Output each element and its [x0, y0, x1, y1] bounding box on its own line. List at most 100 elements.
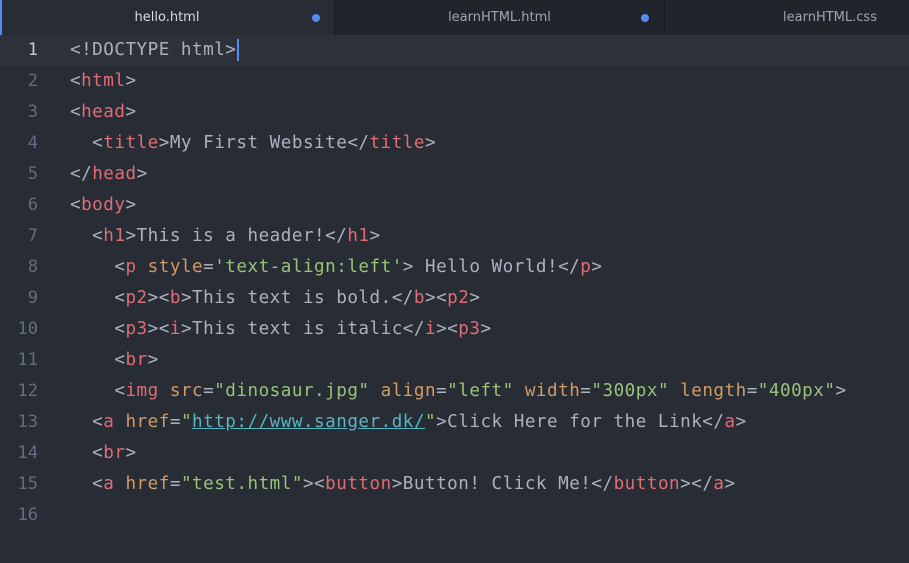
code-text: <: [70, 71, 82, 91]
code-content[interactable]: <br>: [70, 438, 137, 469]
tab-bar: hello.html learnHTML.html learnHTML.css: [0, 0, 909, 35]
code-line[interactable]: 8 <p style='text-align:left'> Hello Worl…: [0, 252, 909, 283]
attribute-name: style: [147, 257, 204, 277]
code-line[interactable]: 4 <title>My First Website</title>: [0, 128, 909, 159]
code-content[interactable]: <p style='text-align:left'> Hello World!…: [70, 252, 602, 283]
tab-label: learnHTML.html: [448, 10, 551, 25]
code-text: >: [424, 133, 437, 153]
code-content[interactable]: <h1>This is a header!</h1>: [70, 221, 381, 252]
code-text: >: [469, 288, 481, 308]
code-text: ><: [436, 319, 459, 339]
code-content[interactable]: <!DOCTYPE html>: [70, 35, 240, 66]
code-line[interactable]: 1 <!DOCTYPE html>: [0, 35, 909, 66]
tab-label: learnHTML.css: [783, 10, 877, 25]
tab-hello-html[interactable]: hello.html: [0, 0, 335, 35]
code-text: <: [70, 350, 126, 370]
tag-name: h1: [103, 226, 126, 246]
code-content[interactable]: <title>My First Website</title>: [70, 128, 436, 159]
attribute-name: src: [169, 381, 204, 401]
code-line[interactable]: 2 <html>: [0, 66, 909, 97]
code-editor[interactable]: 1 <!DOCTYPE html> 2 <html> 3 <head> 4 <title>M…: [0, 35, 909, 563]
code-text: >: [125, 71, 137, 91]
line-number: 5: [27, 164, 38, 184]
tag-name: br: [103, 443, 126, 463]
code-line[interactable]: 3 <head>: [0, 97, 909, 128]
code-text: =: [580, 381, 592, 401]
code-text: ><: [302, 474, 326, 494]
tag-name: br: [125, 350, 148, 370]
code-text: <: [70, 443, 104, 463]
code-content[interactable]: <a href="test.html"><button>Button! Clic…: [70, 469, 736, 500]
attribute-name: align: [380, 381, 437, 401]
tag-name: a: [713, 474, 725, 494]
tag-name: button: [613, 474, 681, 494]
code-text: >: [136, 164, 148, 184]
code-line[interactable]: 11 <br>: [0, 345, 909, 376]
line-number: 13: [17, 412, 38, 432]
code-text: >: [369, 226, 381, 246]
tag-name: i: [424, 319, 437, 339]
tag-name: h1: [347, 226, 370, 246]
code-text: >: [735, 412, 747, 432]
line-number: 14: [17, 443, 38, 463]
code-line[interactable]: 12 <img src="dinosaur.jpg" align="left" …: [0, 376, 909, 407]
line-number: 4: [27, 133, 38, 153]
tag-name: img: [125, 381, 159, 401]
string-value: "400px": [757, 381, 836, 401]
code-content[interactable]: <a href="http://www.sanger.dk/">Click He…: [70, 407, 747, 438]
code-text: >Click Here for the Link</: [436, 412, 725, 432]
code-text: =: [746, 381, 758, 401]
code-content[interactable]: <body>: [70, 190, 137, 221]
code-text: >: [835, 381, 847, 401]
modified-dot-icon[interactable]: [312, 14, 320, 22]
code-text: >This text is italic</: [180, 319, 425, 339]
code-line[interactable]: 15 <a href="test.html"><button>Button! C…: [0, 469, 909, 500]
code-line[interactable]: 10 <p3><i>This text is italic</i><p3>: [0, 314, 909, 345]
code-line[interactable]: 16: [0, 500, 909, 531]
tag-name: p3: [458, 319, 481, 339]
code-line[interactable]: 14 <br>: [0, 438, 909, 469]
code-content[interactable]: </head>: [70, 159, 148, 190]
code-text: >This text is bold.</: [180, 288, 414, 308]
code-text: =: [436, 381, 448, 401]
tab-learnhtml-css[interactable]: learnHTML.css: [665, 0, 909, 35]
code-content[interactable]: <html>: [70, 66, 137, 97]
code-line[interactable]: 7 <h1>This is a header!</h1>: [0, 221, 909, 252]
code-text: <: [70, 381, 126, 401]
tag-name: title: [103, 133, 159, 153]
code-content[interactable]: <p3><i>This text is italic</i><p3>: [70, 314, 492, 345]
string-value: ": [180, 412, 193, 432]
code-text: <!DOCTYPE html>: [70, 40, 237, 60]
code-text: <: [70, 133, 104, 153]
tag-name: b: [413, 288, 425, 308]
code-content[interactable]: <br>: [70, 345, 159, 376]
tag-name: b: [169, 288, 181, 308]
code-content[interactable]: <p2><b>This text is bold.</b><p2>: [70, 283, 480, 314]
tag-name: p2: [125, 288, 148, 308]
modified-dot-icon[interactable]: [641, 14, 649, 22]
attribute-name: href: [125, 412, 170, 432]
line-number: 10: [17, 319, 38, 339]
text-cursor: [237, 39, 240, 61]
tag-name: i: [169, 319, 181, 339]
code-line[interactable]: 13 <a href="http://www.sanger.dk/">Click…: [0, 407, 909, 438]
code-text: =: [169, 474, 181, 494]
code-content[interactable]: <img src="dinosaur.jpg" align="left" wid…: [70, 376, 847, 407]
code-line[interactable]: 6 <body>: [0, 190, 909, 221]
tag-name: body: [81, 195, 126, 215]
code-text: >: [147, 350, 159, 370]
tag-name: title: [369, 133, 425, 153]
code-line[interactable]: 9 <p2><b>This text is bold.</b><p2>: [0, 283, 909, 314]
tag-name: a: [103, 474, 115, 494]
code-content[interactable]: <head>: [70, 97, 137, 128]
url-link[interactable]: http://www.sanger.dk/: [192, 412, 425, 432]
code-text: ><: [147, 288, 170, 308]
tab-learnhtml-html[interactable]: learnHTML.html: [335, 0, 665, 35]
code-line[interactable]: 5 </head>: [0, 159, 909, 190]
tag-name: head: [92, 164, 137, 184]
tag-name: p3: [125, 319, 148, 339]
